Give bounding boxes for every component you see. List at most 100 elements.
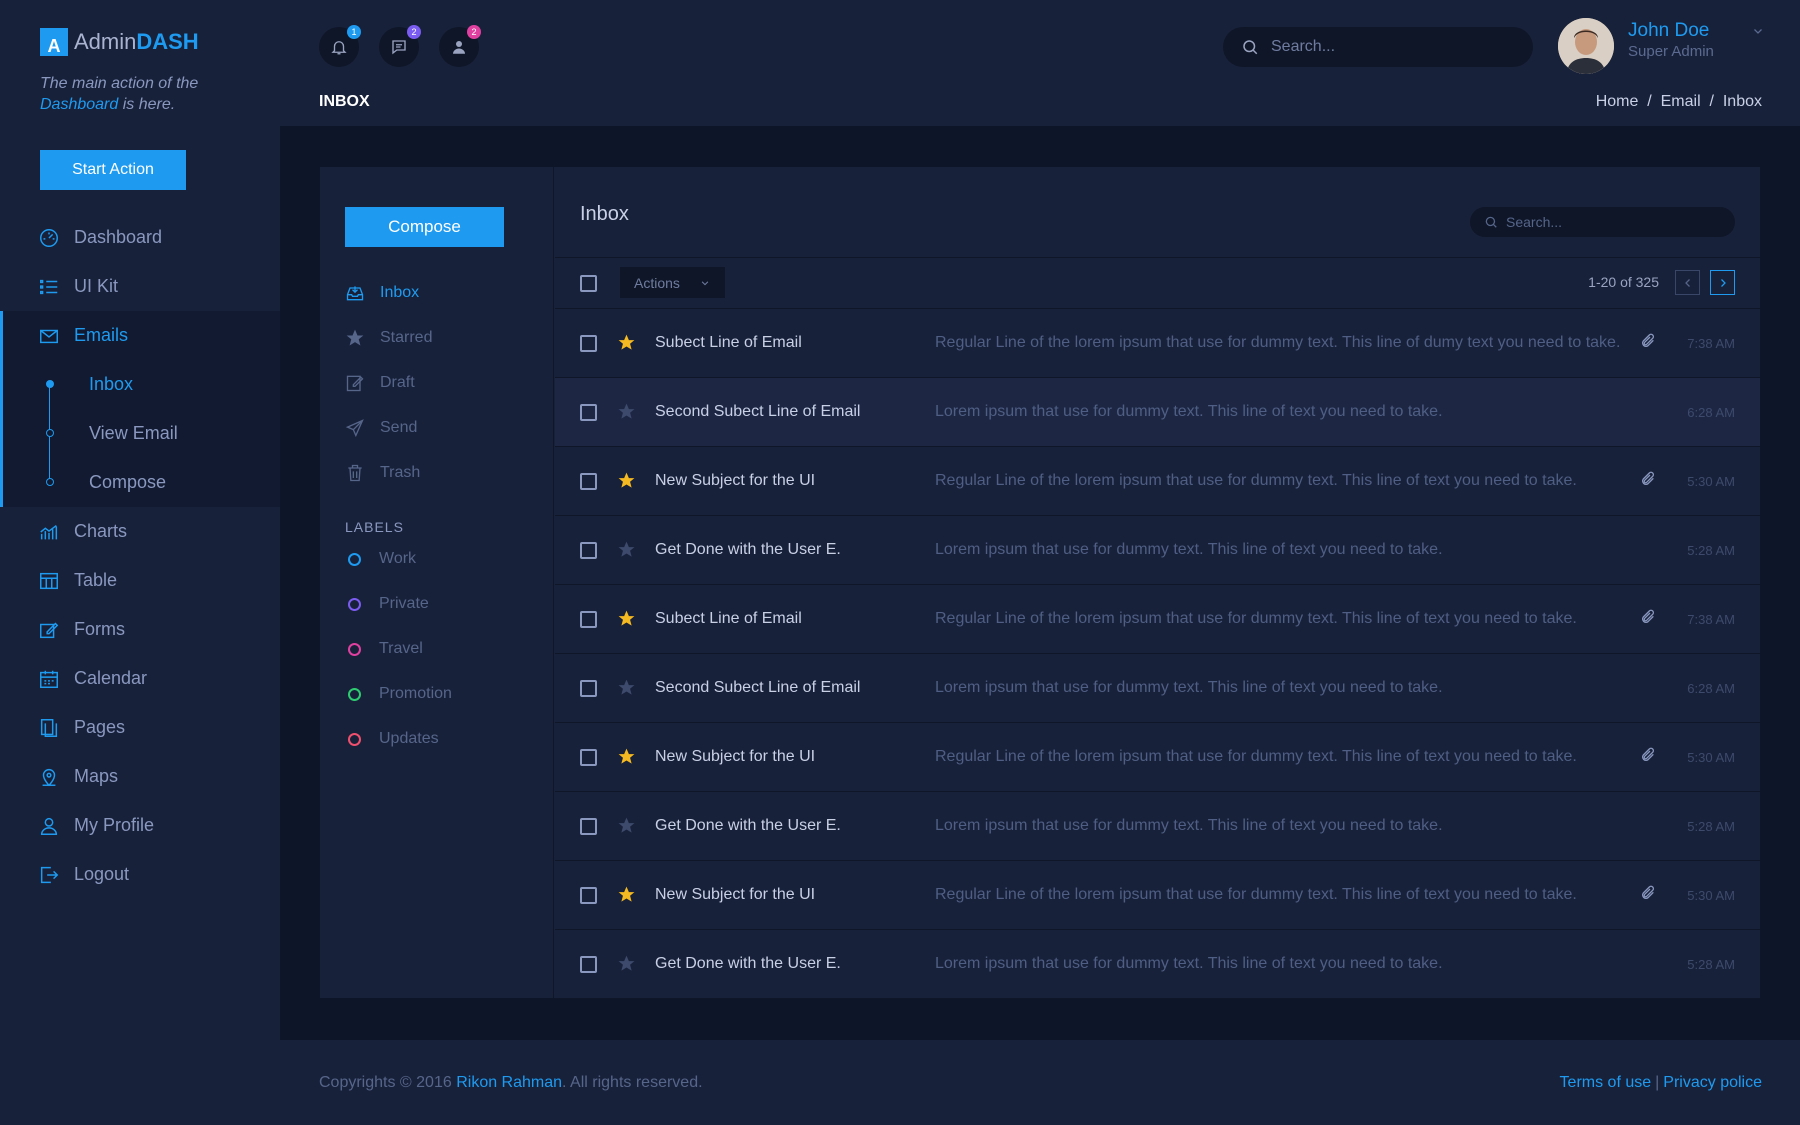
table-row[interactable]: Second Subect Line of Email Lorem ipsum t… bbox=[555, 378, 1760, 447]
star-icon[interactable] bbox=[617, 954, 636, 978]
notifications-button[interactable]: 1 bbox=[319, 25, 361, 67]
sidebar-item-maps[interactable]: Maps bbox=[0, 752, 280, 801]
author-link[interactable]: Rikon Rahman bbox=[456, 1074, 562, 1091]
dot-icon bbox=[46, 478, 54, 486]
table-row[interactable]: Get Done with the User E. Lorem ipsum tha… bbox=[555, 792, 1760, 861]
chevron-down-icon bbox=[701, 280, 709, 285]
avatar[interactable] bbox=[1558, 18, 1614, 74]
row-checkbox[interactable] bbox=[580, 335, 597, 352]
mail-toolbar: Actions 1-20 of 325 bbox=[555, 257, 1760, 309]
email-time: 6:28 AM bbox=[1687, 681, 1735, 696]
sidebar-item-my-profile[interactable]: My Profile bbox=[0, 801, 280, 850]
folder-draft[interactable]: Draft bbox=[345, 371, 415, 395]
star-icon[interactable] bbox=[617, 540, 636, 564]
folder-trash[interactable]: Trash bbox=[345, 461, 420, 485]
email-preview: Regular Line of the lorem ipsum that use… bbox=[935, 334, 1621, 351]
privacy-link[interactable]: Privacy police bbox=[1663, 1074, 1762, 1091]
label-private[interactable]: Private bbox=[348, 592, 429, 616]
top-search-input[interactable] bbox=[1271, 38, 1511, 56]
row-checkbox[interactable] bbox=[580, 473, 597, 490]
label-promotion[interactable]: Promotion bbox=[348, 682, 452, 706]
star-icon[interactable] bbox=[617, 402, 636, 426]
sidebar-item-dashboard[interactable]: Dashboard bbox=[0, 213, 280, 262]
folder-starred[interactable]: Starred bbox=[345, 326, 432, 350]
email-time: 5:28 AM bbox=[1687, 819, 1735, 834]
sidebar-item-forms[interactable]: Forms bbox=[0, 605, 280, 654]
row-checkbox[interactable] bbox=[580, 818, 597, 835]
star-icon[interactable] bbox=[617, 885, 636, 909]
table-row[interactable]: Subect Line of Email Regular Line of the … bbox=[555, 585, 1760, 654]
copyright: Copyrights © 2016 Rikon Rahman. All righ… bbox=[319, 1074, 703, 1091]
table-row[interactable]: New Subject for the UI Regular Line of th… bbox=[555, 447, 1760, 516]
row-checkbox[interactable] bbox=[580, 680, 597, 697]
label-updates[interactable]: Updates bbox=[348, 727, 439, 751]
paperclip-icon bbox=[1640, 609, 1656, 630]
table-row[interactable]: Second Subect Line of Email Lorem ipsum t… bbox=[555, 654, 1760, 723]
folder-send[interactable]: Send bbox=[345, 416, 417, 440]
email-preview: Regular Line of the lorem ipsum that use… bbox=[935, 886, 1577, 903]
sidebar-item-emails[interactable]: Emails bbox=[0, 311, 280, 360]
sidebar-item-ui-kit[interactable]: UI Kit bbox=[0, 262, 280, 311]
next-page-button[interactable] bbox=[1710, 270, 1735, 295]
compose-button[interactable]: Compose bbox=[345, 207, 504, 247]
folder-inbox[interactable]: Inbox bbox=[345, 281, 419, 305]
sidebar-subitem-inbox[interactable]: Inbox bbox=[3, 360, 280, 409]
row-checkbox[interactable] bbox=[580, 749, 597, 766]
notifications-badge: 1 bbox=[347, 25, 361, 39]
actions-label: Actions bbox=[634, 274, 680, 291]
subitem-label: Compose bbox=[89, 472, 167, 492]
prev-page-button[interactable] bbox=[1675, 270, 1700, 295]
actions-dropdown[interactable]: Actions bbox=[620, 267, 725, 298]
star-icon[interactable] bbox=[617, 816, 636, 840]
row-checkbox[interactable] bbox=[580, 887, 597, 904]
sidebar-item-charts[interactable]: Charts bbox=[0, 507, 280, 556]
row-checkbox[interactable] bbox=[580, 956, 597, 973]
table-row[interactable]: Get Done with the User E. Lorem ipsum tha… bbox=[555, 516, 1760, 585]
label-text: Updates bbox=[379, 730, 439, 747]
logo[interactable]: A AdminDASH bbox=[40, 28, 199, 56]
table-row[interactable]: New Subject for the UI Regular Line of th… bbox=[555, 861, 1760, 930]
select-all-checkbox[interactable] bbox=[580, 275, 597, 292]
email-list: Subect Line of Email Regular Line of the … bbox=[555, 309, 1760, 999]
sidebar-item-table[interactable]: Table bbox=[0, 556, 280, 605]
label-work[interactable]: Work bbox=[348, 547, 416, 571]
footer-separator: | bbox=[1655, 1074, 1660, 1091]
star-icon[interactable] bbox=[617, 609, 636, 633]
map-pin-icon bbox=[38, 766, 60, 788]
label-ring-icon bbox=[348, 687, 361, 701]
sidebar-item-calendar[interactable]: Calendar bbox=[0, 654, 280, 703]
row-checkbox[interactable] bbox=[580, 542, 597, 559]
paperclip-icon bbox=[1640, 885, 1656, 906]
email-subject: Get Done with the User E. bbox=[655, 541, 841, 558]
label-travel[interactable]: Travel bbox=[348, 637, 423, 661]
user-menu-toggle[interactable] bbox=[1752, 24, 1764, 42]
email-subject: New Subject for the UI bbox=[655, 886, 816, 903]
row-checkbox[interactable] bbox=[580, 611, 597, 628]
active-dot-icon bbox=[46, 380, 54, 388]
user-name[interactable]: John Doe bbox=[1628, 20, 1709, 42]
email-preview: Lorem ipsum that use for dummy text. Thi… bbox=[935, 955, 1443, 972]
topbar: 1 2 2 John Doe Super Admin INBOX Home / … bbox=[280, 0, 1800, 126]
breadcrumb[interactable]: Home / Email / Inbox bbox=[1596, 93, 1762, 111]
email-preview: Regular Line of the lorem ipsum that use… bbox=[935, 472, 1577, 489]
table-icon bbox=[38, 570, 60, 592]
sidebar-item-label: UI Kit bbox=[74, 276, 119, 296]
star-icon[interactable] bbox=[617, 678, 636, 702]
table-row[interactable]: Subect Line of Email Regular Line of the … bbox=[555, 309, 1760, 378]
star-icon[interactable] bbox=[617, 333, 636, 357]
sidebar-item-pages[interactable]: Pages bbox=[0, 703, 280, 752]
sidebar-subitem-view-email[interactable]: View Email bbox=[3, 409, 280, 458]
star-icon[interactable] bbox=[617, 747, 636, 771]
row-checkbox[interactable] bbox=[580, 404, 597, 421]
table-row[interactable]: Get Done with the User E. Lorem ipsum tha… bbox=[555, 930, 1760, 999]
inbox-search-input[interactable] bbox=[1506, 214, 1726, 230]
start-action-button[interactable]: Start Action bbox=[40, 150, 186, 190]
messages-button[interactable]: 2 bbox=[379, 25, 421, 67]
subitem-label: Inbox bbox=[89, 374, 134, 394]
users-button[interactable]: 2 bbox=[439, 25, 481, 67]
star-icon[interactable] bbox=[617, 471, 636, 495]
sidebar-item-logout[interactable]: Logout bbox=[0, 850, 280, 899]
table-row[interactable]: New Subject for the UI Regular Line of th… bbox=[555, 723, 1760, 792]
sidebar-subitem-compose[interactable]: Compose bbox=[3, 458, 280, 507]
terms-link[interactable]: Terms of use bbox=[1560, 1074, 1652, 1091]
